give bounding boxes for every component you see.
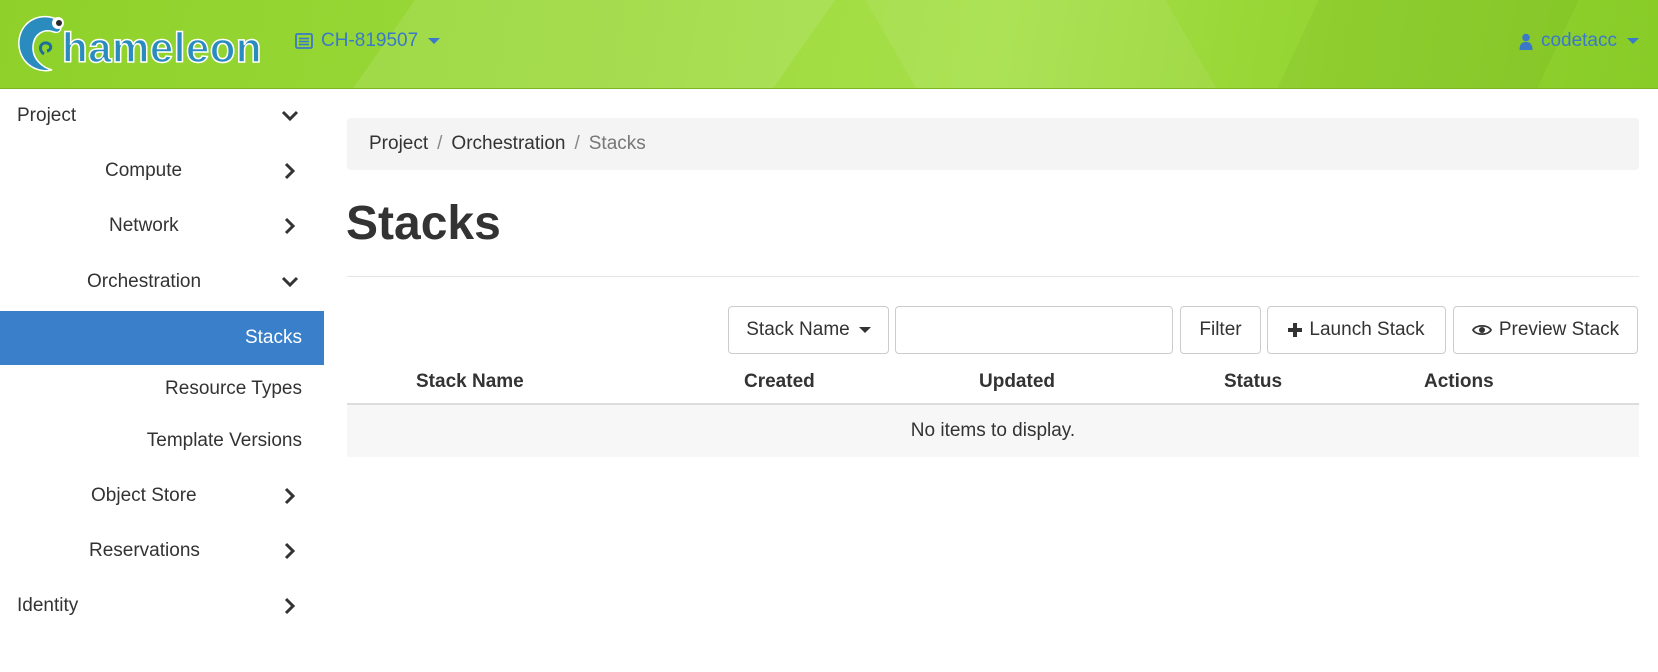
breadcrumb-separator: / xyxy=(574,133,580,154)
user-menu[interactable]: codetacc xyxy=(1519,30,1639,52)
sidebar-item-label: Reservations xyxy=(89,540,200,561)
caret-down-icon xyxy=(1627,38,1639,44)
sidebar-item-label: Compute xyxy=(105,160,183,181)
sidebar: Project Compute Network Orchestration St… xyxy=(0,89,324,672)
sidebar-item-label: Stacks xyxy=(244,327,302,348)
sidebar-item-label: Orchestration xyxy=(87,271,202,292)
empty-message: No items to display. xyxy=(910,420,1076,441)
page-title: Stacks xyxy=(346,197,501,250)
chameleon-logo[interactable]: hameleon xyxy=(14,10,268,76)
sidebar-item-identity[interactable]: Identity xyxy=(0,579,324,633)
sidebar-item-template-versions[interactable]: Template Versions xyxy=(0,414,324,468)
filter-button[interactable]: Filter xyxy=(1180,306,1261,354)
column-header-updated[interactable]: Updated xyxy=(979,371,1055,393)
breadcrumb: Project / Orchestration / Stacks xyxy=(347,118,1639,170)
column-header-status[interactable]: Status xyxy=(1224,371,1282,393)
username: codetacc xyxy=(1540,30,1617,51)
filter-field-label: Stack Name xyxy=(746,319,850,340)
sidebar-item-label: Network xyxy=(109,215,179,236)
preview-stack-label: Preview Stack xyxy=(1498,319,1620,340)
chevron-right-icon xyxy=(284,162,296,180)
preview-stack-button[interactable]: Preview Stack xyxy=(1453,306,1638,354)
sidebar-item-object-store[interactable]: Object Store xyxy=(0,469,324,523)
column-header-stack-name[interactable]: Stack Name xyxy=(416,371,524,393)
eye-icon xyxy=(1471,324,1492,336)
sidebar-item-label: Resource Types xyxy=(165,378,302,399)
top-navbar: hameleon CH-819507 codetacc xyxy=(0,0,1658,89)
project-list-icon xyxy=(295,33,313,49)
sidebar-item-network[interactable]: Network xyxy=(0,199,324,253)
breadcrumb-project[interactable]: Project xyxy=(369,133,428,155)
stacks-table: Stack Name Created Updated Status Action… xyxy=(347,360,1639,457)
caret-down-icon xyxy=(428,38,441,44)
sidebar-item-label: Identity xyxy=(17,595,79,616)
caret-down-icon xyxy=(858,327,871,333)
sidebar-item-label: Project xyxy=(17,105,77,126)
plus-icon xyxy=(1288,323,1303,337)
column-header-created[interactable]: Created xyxy=(744,371,815,393)
title-divider xyxy=(347,276,1639,277)
sidebar-item-label: Object Store xyxy=(91,485,197,506)
sidebar-item-project[interactable]: Project xyxy=(0,89,324,143)
column-header-actions: Actions xyxy=(1424,371,1494,392)
project-selector[interactable]: CH-819507 xyxy=(295,30,441,52)
user-icon xyxy=(1519,33,1533,50)
sidebar-item-compute[interactable]: Compute xyxy=(0,144,324,198)
header-decoration xyxy=(853,0,1247,88)
logo-text: hameleon xyxy=(61,23,263,72)
chevron-down-icon xyxy=(281,276,299,288)
sidebar-item-resource-types[interactable]: Resource Types xyxy=(0,362,324,416)
chevron-right-icon xyxy=(284,487,296,505)
project-name: CH-819507 xyxy=(321,30,419,51)
launch-stack-label: Launch Stack xyxy=(1309,319,1425,340)
chevron-right-icon xyxy=(284,542,296,560)
launch-stack-button[interactable]: Launch Stack xyxy=(1267,306,1446,354)
breadcrumb-separator: / xyxy=(437,133,443,154)
breadcrumb-orchestration[interactable]: Orchestration xyxy=(451,133,565,155)
sidebar-item-reservations[interactable]: Reservations xyxy=(0,524,324,578)
filter-field-dropdown[interactable]: Stack Name xyxy=(728,306,889,354)
filter-input[interactable] xyxy=(895,306,1173,354)
empty-table-row: No items to display. xyxy=(347,405,1639,457)
breadcrumb-current: Stacks xyxy=(588,133,646,154)
sidebar-item-orchestration[interactable]: Orchestration xyxy=(0,255,324,309)
chevron-down-icon xyxy=(281,110,299,122)
sidebar-item-label: Template Versions xyxy=(146,430,302,451)
chevron-right-icon xyxy=(284,597,296,615)
table-header: Stack Name Created Updated Status Action… xyxy=(347,360,1639,405)
chevron-right-icon xyxy=(284,217,296,235)
filter-button-label: Filter xyxy=(1199,319,1242,340)
sidebar-item-stacks[interactable]: Stacks xyxy=(0,311,324,365)
